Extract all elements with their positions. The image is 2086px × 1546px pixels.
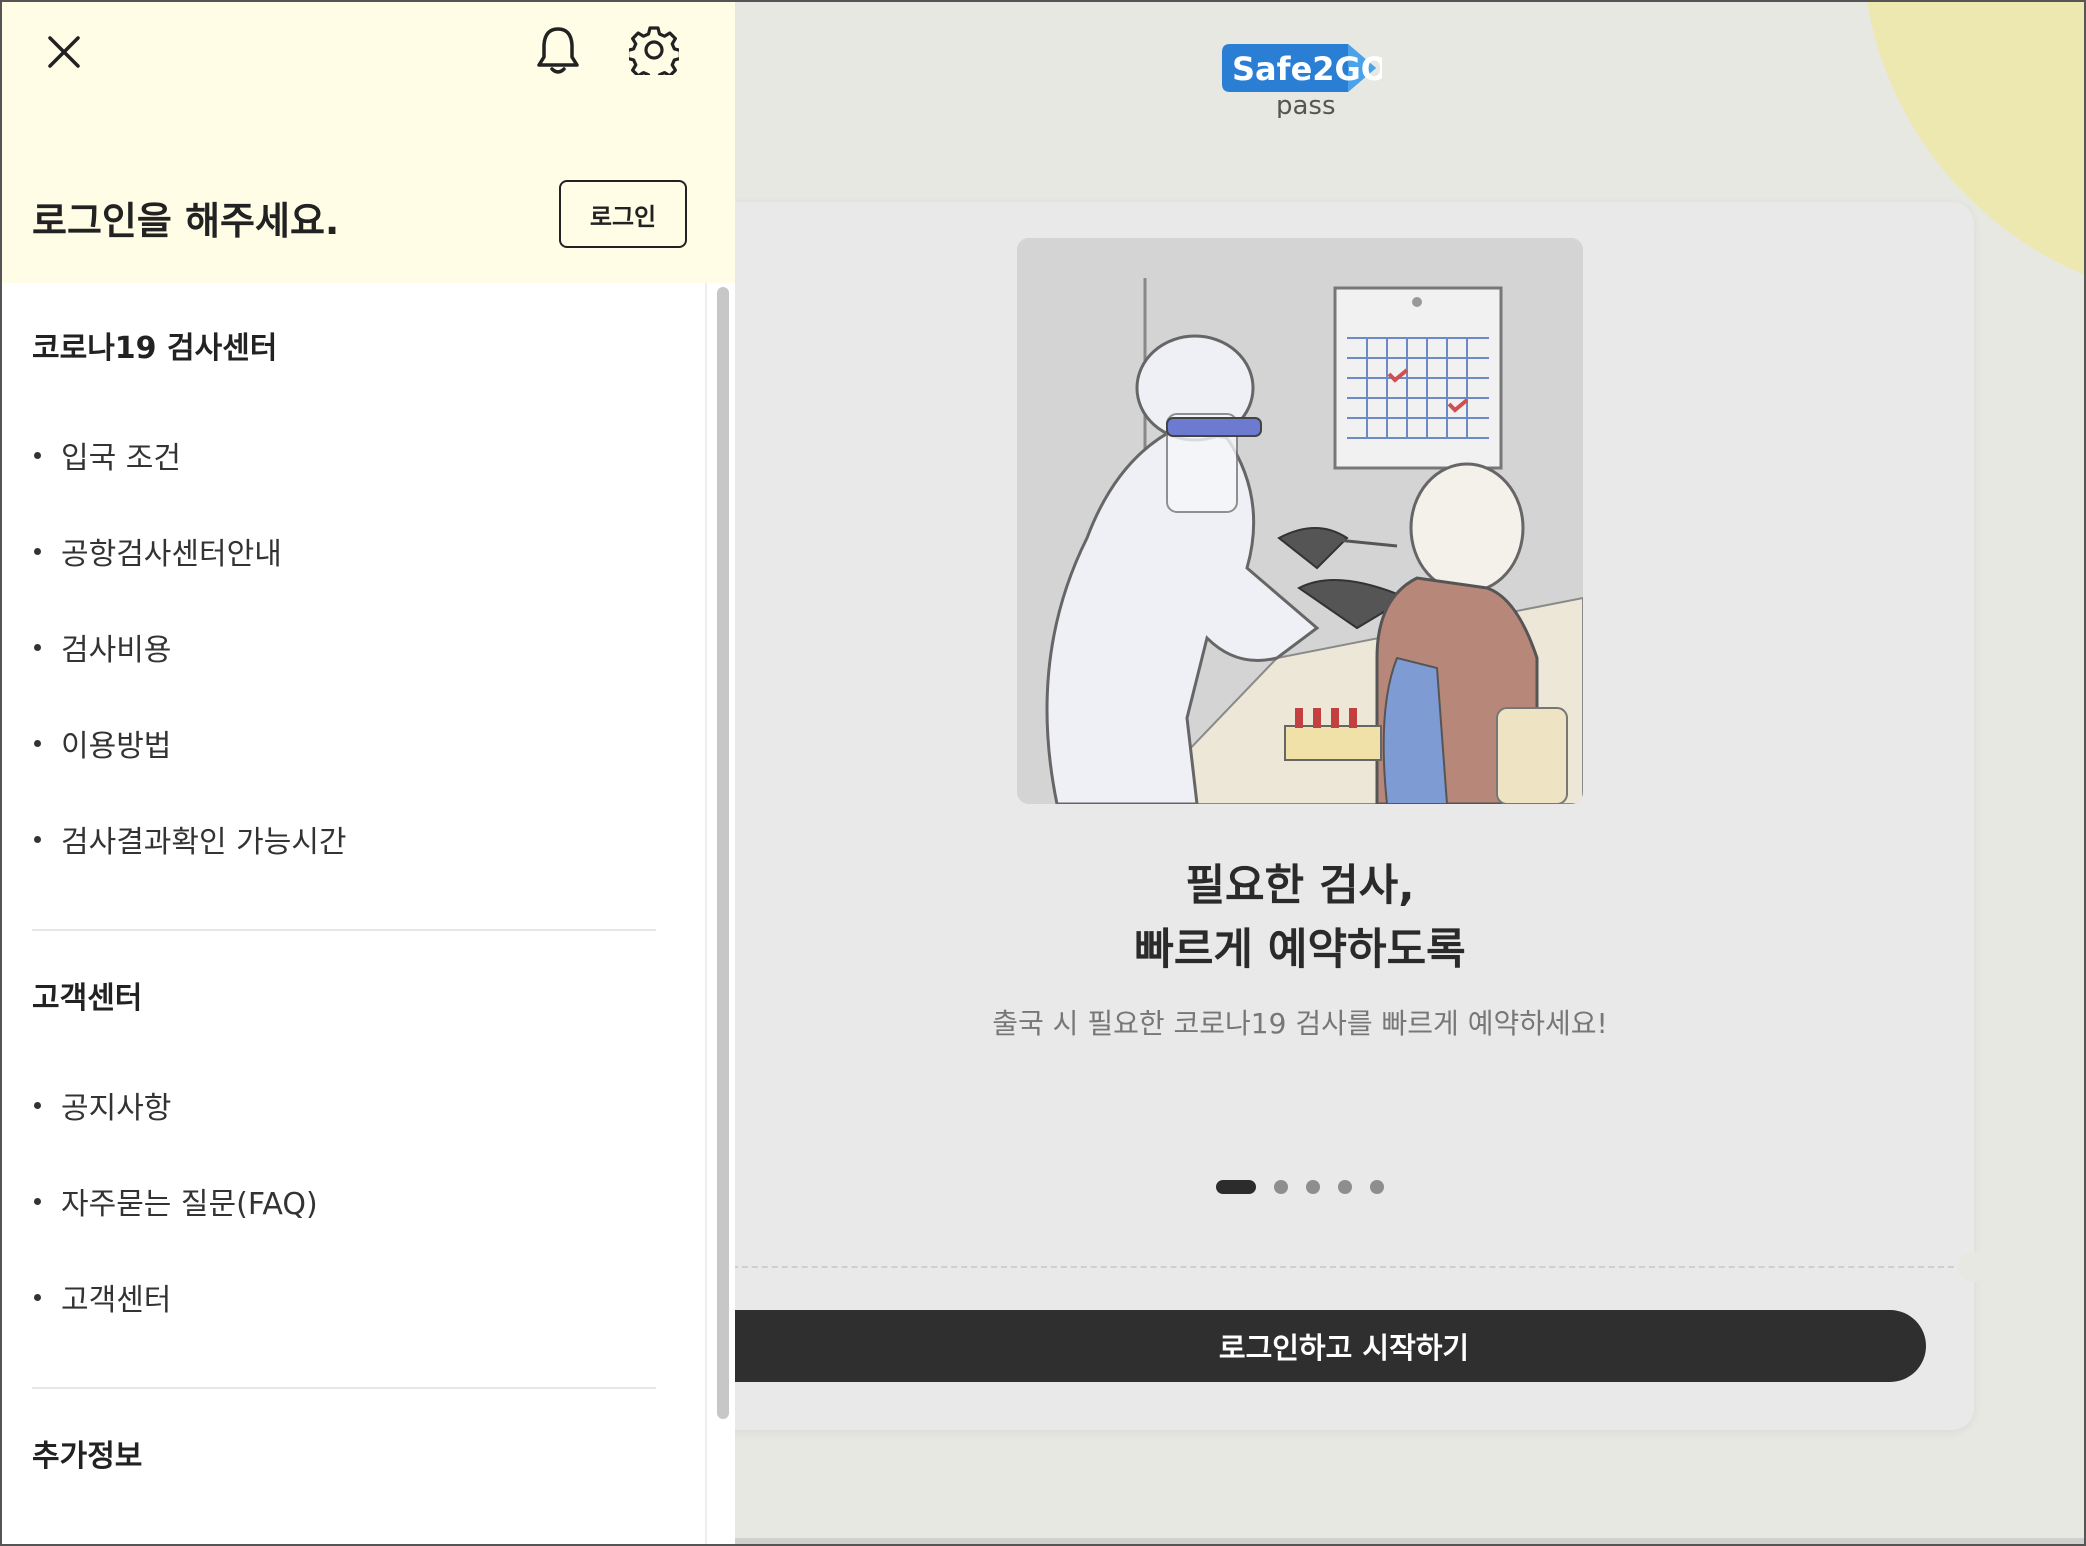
app-window: Safe2GO pass 필요한 검사, 빠르게 예약하도록 출국 시 필요한 … <box>0 0 2086 1546</box>
section-title-test-center: 코로나19 검사센터 <box>32 331 278 366</box>
section-divider <box>32 929 656 931</box>
menu-item-label: 검사결과확인 가능시간 <box>61 825 347 860</box>
safe2go-logo: Safe2GO pass <box>1220 32 1388 121</box>
bullet-icon <box>34 1101 41 1109</box>
page-dot-3[interactable] <box>1306 1180 1320 1194</box>
menu-item-label: 자주묻는 질문(FAQ) <box>61 1187 318 1222</box>
page-dot-4[interactable] <box>1338 1180 1352 1194</box>
onboarding-headline: 필요한 검사, 빠르게 예약하도록 <box>702 854 1898 982</box>
bullet-icon <box>34 547 41 555</box>
page-dot-5[interactable] <box>1370 1180 1384 1194</box>
menu-item-label: 고객센터 <box>61 1283 172 1318</box>
menu-item-result-time[interactable]: 검사결과확인 가능시간 <box>32 817 347 861</box>
bullet-icon <box>34 451 41 459</box>
headline-line-2: 빠르게 예약하도록 <box>1134 925 1466 975</box>
page-dot-1[interactable] <box>1216 1180 1256 1194</box>
login-prompt: 로그인을 해주세요. <box>32 199 340 243</box>
drawer-header: 로그인을 해주세요. 로그인 <box>2 2 735 283</box>
menu-item-airport-test-center[interactable]: 공항검사센터안내 <box>32 529 282 573</box>
close-icon[interactable] <box>32 20 96 84</box>
bottom-edge <box>734 1538 2084 1544</box>
menu-item-entry-conditions[interactable]: 입국 조건 <box>32 433 181 477</box>
menu-item-faq[interactable]: 자주묻는 질문(FAQ) <box>32 1179 318 1223</box>
logo-text: Safe2GO <box>1232 50 1382 88</box>
gear-icon[interactable] <box>622 18 686 82</box>
bullet-icon <box>34 1293 41 1301</box>
drawer-menu: 코로나19 검사센터 입국 조건 공항검사센터안내 검사비용 이용방법 검사결과… <box>2 283 705 1544</box>
login-button[interactable]: 로그인 <box>559 180 687 248</box>
bullet-icon <box>34 739 41 747</box>
covid-test-illustration <box>1017 238 1583 804</box>
menu-item-customer-center[interactable]: 고객센터 <box>32 1275 171 1319</box>
menu-item-label: 입국 조건 <box>61 441 181 476</box>
onboarding-subtext: 출국 시 필요한 코로나19 검사를 빠르게 예약하세요! <box>992 1007 1608 1040</box>
menu-item-label: 공항검사센터안내 <box>61 537 282 572</box>
menu-item-how-to-use[interactable]: 이용방법 <box>32 721 171 765</box>
login-start-button[interactable]: 로그인하고 시작하기 <box>702 1310 1926 1382</box>
bullet-icon <box>34 1197 41 1205</box>
headline-line-1: 필요한 검사, <box>1185 861 1415 911</box>
ticket-notch <box>1958 1252 1988 1282</box>
page-dot-2[interactable] <box>1274 1180 1288 1194</box>
menu-item-label: 이용방법 <box>61 729 172 764</box>
section-title-additional-info: 추가정보 <box>32 1439 143 1474</box>
ticket-divider <box>702 1266 1964 1268</box>
page-indicator <box>1216 1180 1384 1194</box>
section-title-customer-center: 고객센터 <box>32 981 143 1016</box>
scrollbar-thumb[interactable] <box>717 287 729 1419</box>
bell-icon[interactable] <box>526 18 590 82</box>
menu-item-label: 검사비용 <box>61 633 172 668</box>
logo-sub: pass <box>1276 91 1336 118</box>
menu-item-test-cost[interactable]: 검사비용 <box>32 625 171 669</box>
drawer-scrollbar[interactable] <box>705 283 735 1544</box>
menu-item-notices[interactable]: 공지사항 <box>32 1083 171 1127</box>
onboarding-card: 필요한 검사, 빠르게 예약하도록 출국 시 필요한 코로나19 검사를 빠르게… <box>702 202 1988 1430</box>
bullet-icon <box>34 835 41 843</box>
menu-item-label: 공지사항 <box>61 1091 172 1126</box>
navigation-drawer: 로그인을 해주세요. 로그인 코로나19 검사센터 입국 조건 공항검사센터안내… <box>2 2 735 1544</box>
section-divider <box>32 1387 656 1389</box>
bullet-icon <box>34 643 41 651</box>
